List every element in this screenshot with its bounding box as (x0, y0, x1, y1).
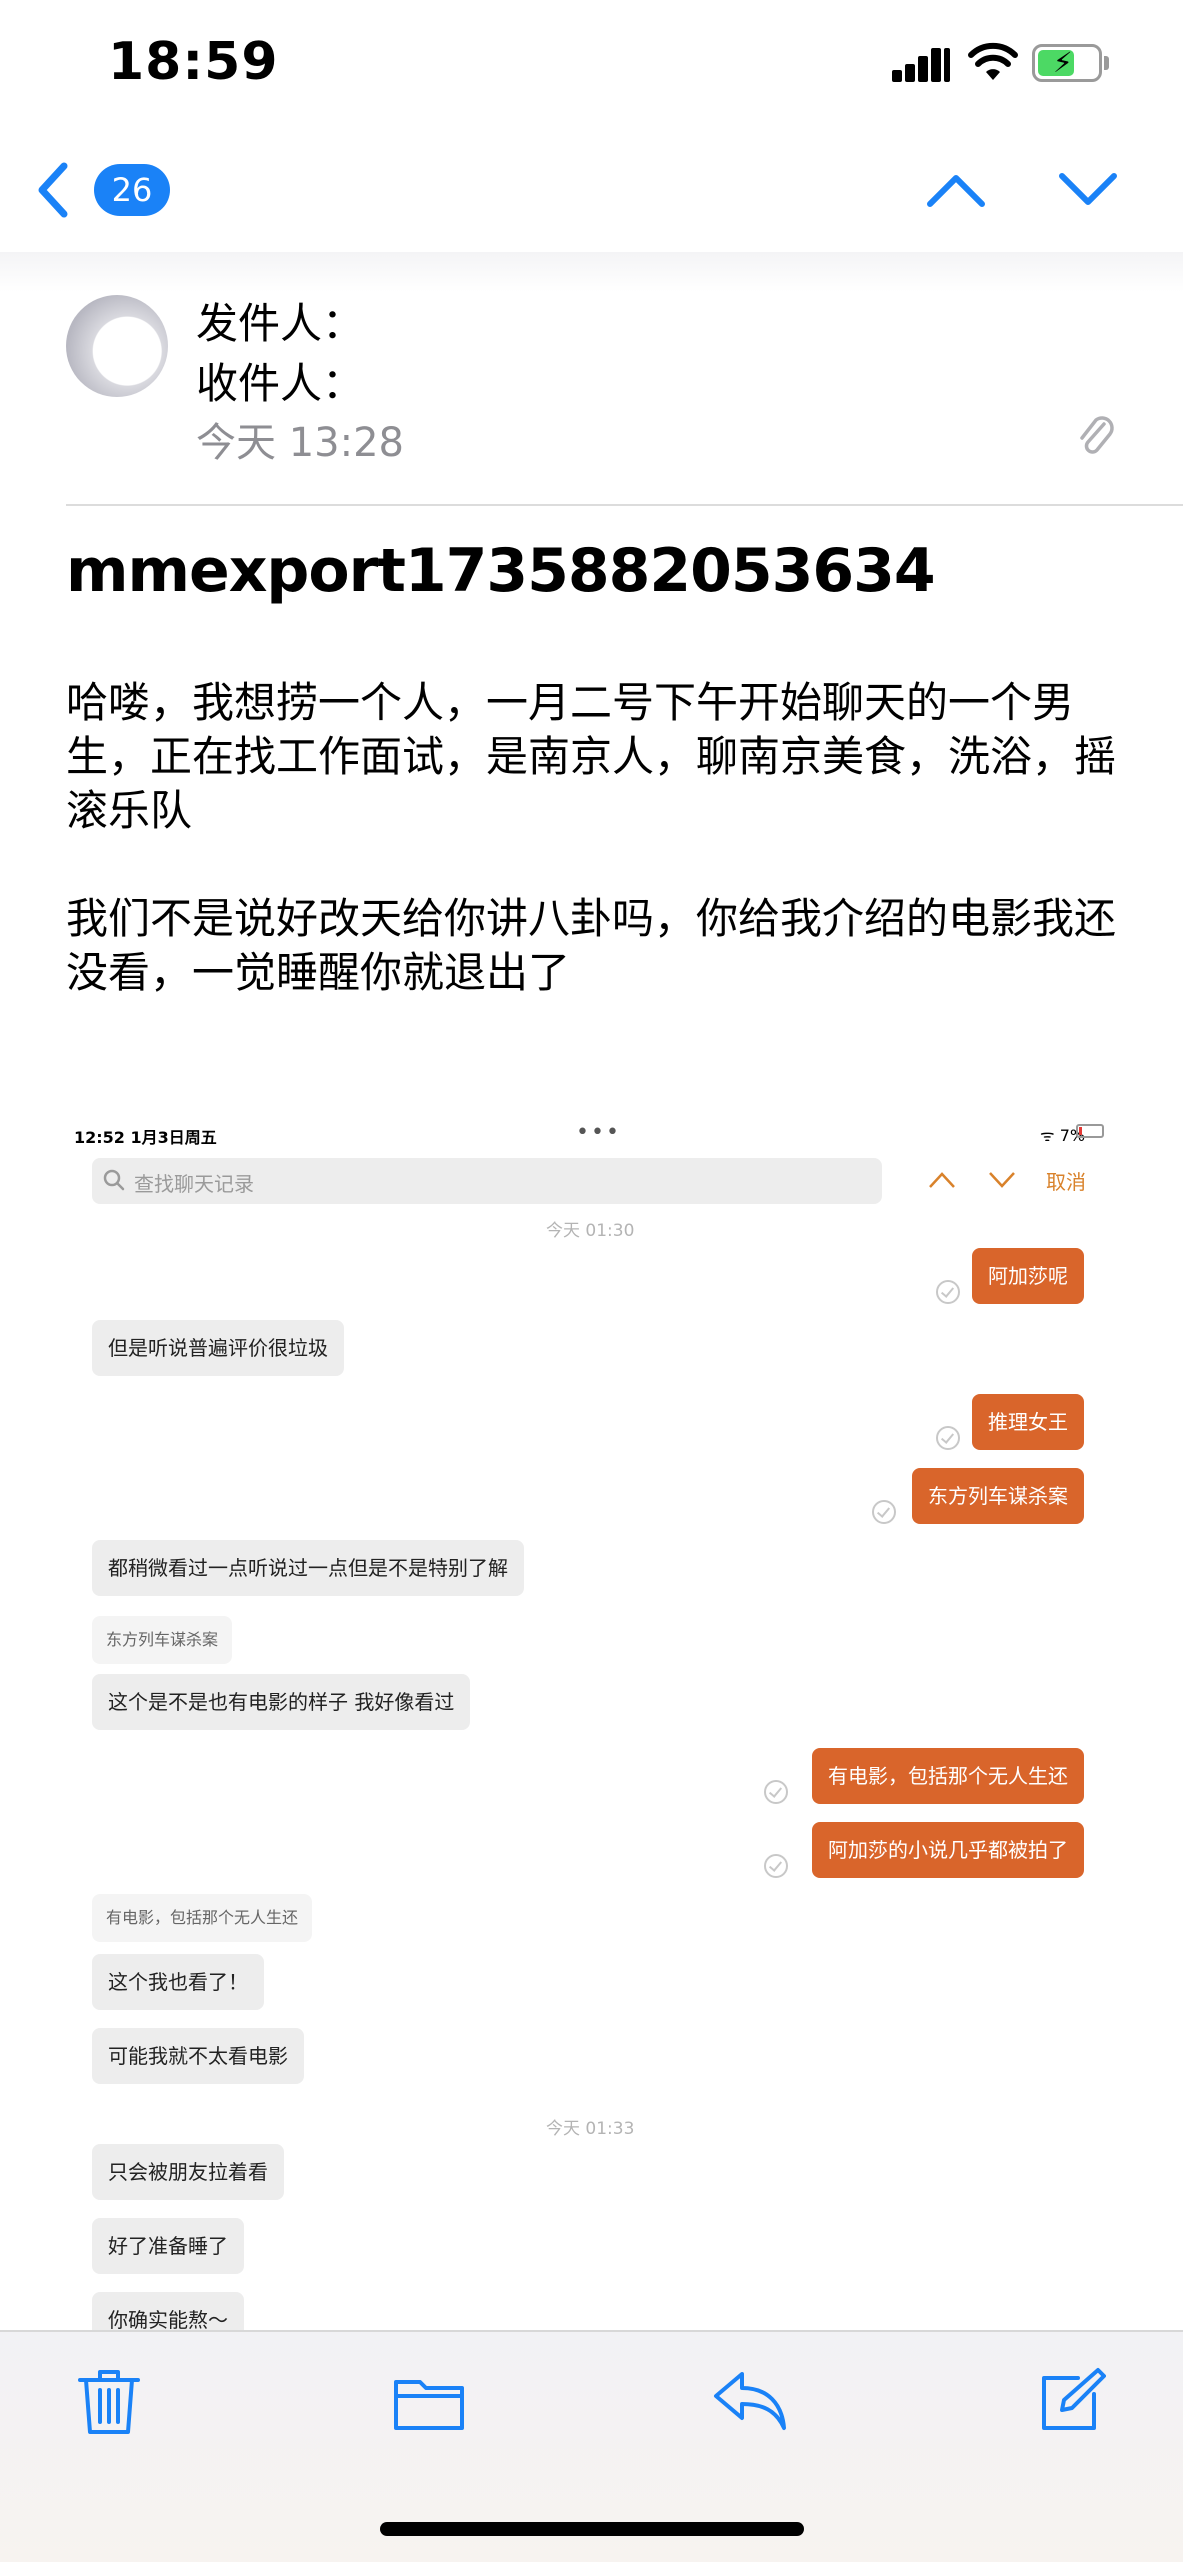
message-subject: mmexport1735882053634 (66, 536, 936, 606)
message-body: 哈喽，我想捞一个人，一月二号下午开始聊天的一个男生，正在找工作面试，是南京人，聊… (66, 676, 1126, 1054)
read-check-icon (872, 1500, 896, 1524)
more-dots-icon: ••• (576, 1120, 621, 1145)
wifi-icon (968, 42, 1018, 80)
quoted-message: 有电影，包括那个无人生还 (92, 1894, 313, 1942)
chat-bubble-received: 只会被朋友拉着看 (92, 2144, 284, 2200)
status-time: 18:59 (108, 32, 279, 92)
battery-tip (1104, 56, 1109, 70)
folder-icon[interactable] (392, 2374, 466, 2432)
read-check-icon (764, 1854, 788, 1878)
embedded-timestamp: 今天 01:30 (546, 1221, 635, 1241)
reply-icon[interactable] (712, 2370, 788, 2432)
paperclip-icon (1080, 416, 1114, 454)
embedded-status-time: 12:52 1月3日周五 (74, 1128, 217, 1147)
chat-bubble-received: 但是听说普遍评价很垃圾 (92, 1320, 344, 1376)
chat-bubble-received: 你确实能熬～ (92, 2292, 244, 2330)
read-check-icon (936, 1426, 960, 1450)
embedded-battery-icon (1076, 1124, 1104, 1138)
body-paragraph: 哈喽，我想捞一个人，一月二号下午开始聊天的一个男生，正在找工作面试，是南京人，聊… (66, 678, 1117, 835)
chat-bubble-received: 这个是不是也有电影的样子 我好像看过 (92, 1674, 471, 1730)
chat-bubble-sent: 阿加莎呢 (972, 1248, 1084, 1304)
chat-bubble-sent: 推理女王 (972, 1394, 1084, 1450)
message-header (0, 252, 1183, 506)
back-chevron-icon[interactable] (34, 162, 74, 218)
chat-bubble-received: 这个我也看了！ (92, 1954, 264, 2010)
unread-count-badge[interactable]: 26 (94, 164, 170, 216)
chat-bubble-received: 好了准备睡了 (92, 2218, 244, 2274)
chat-bubble-received: 可能我就不太看电影 (92, 2028, 304, 2084)
from-label[interactable]: 发件人： (196, 290, 364, 351)
next-message-chevron-down-icon[interactable] (1058, 170, 1118, 210)
embedded-search-placeholder: 查找聊天记录 (134, 1172, 254, 1196)
embedded-chat-screenshot[interactable]: 12:52 1月3日周五 ••• ᯤ 7% 查找聊天记录 取消 今天 01:30… (66, 1110, 1118, 2330)
to-label[interactable]: 收件人： (196, 350, 364, 411)
chat-bubble-received: 都稍微看过一点听说过一点但是不是特别了解 (92, 1540, 524, 1596)
chevron-up-icon (929, 1172, 955, 1188)
previous-message-chevron-up-icon[interactable] (926, 170, 986, 210)
quoted-message: 东方列车谋杀案 (92, 1616, 233, 1664)
chat-bubble-sent: 有电影，包括那个无人生还 (812, 1748, 1084, 1804)
battery-icon: ⚡ (1032, 44, 1102, 82)
home-indicator[interactable] (380, 2522, 804, 2536)
read-check-icon (764, 1780, 788, 1804)
trash-icon[interactable] (76, 2366, 142, 2438)
cellular-signal-icon (892, 46, 952, 82)
chevron-down-icon (989, 1172, 1015, 1188)
embedded-timestamp: 今天 01:33 (546, 2119, 635, 2139)
body-paragraph: 我们不是说好改天给你讲八卦吗，你给我介绍的电影我还没看，一觉睡醒你就退出了 (66, 894, 1117, 997)
read-check-icon (936, 1280, 960, 1304)
sender-avatar[interactable] (66, 295, 168, 397)
header-divider (66, 504, 1183, 506)
search-icon (103, 1169, 125, 1191)
embedded-cancel-label: 取消 (1046, 1170, 1086, 1194)
chat-bubble-sent: 东方列车谋杀案 (912, 1468, 1084, 1524)
chat-bubble-sent: 阿加莎的小说几乎都被拍了 (812, 1822, 1084, 1878)
message-date: 今天 13:28 (196, 420, 404, 466)
compose-icon[interactable] (1038, 2366, 1106, 2434)
